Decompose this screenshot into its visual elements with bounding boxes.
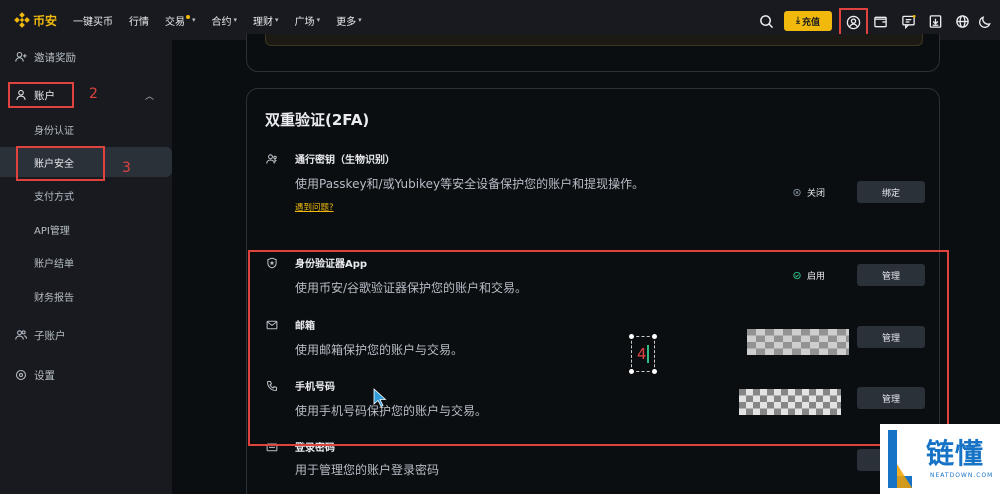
resize-handle[interactable] bbox=[629, 369, 634, 374]
previous-card bbox=[246, 34, 940, 72]
gear-icon bbox=[14, 369, 28, 381]
search-icon[interactable] bbox=[756, 11, 776, 31]
message-icon[interactable] bbox=[898, 11, 918, 31]
annotation-2: 2 bbox=[89, 86, 98, 102]
nav-label: 合约 bbox=[211, 16, 232, 28]
off-circle-icon bbox=[793, 188, 801, 197]
sidebar-item-label: 设置 bbox=[34, 369, 55, 382]
passkey-status: 关闭 bbox=[793, 186, 825, 199]
sidebar-sub-label: API管理 bbox=[34, 225, 70, 237]
text-caret bbox=[647, 345, 649, 363]
notice-strip bbox=[265, 34, 923, 46]
nav-label: 广场 bbox=[294, 16, 315, 28]
nav-buy-crypto[interactable]: 一键买币 bbox=[73, 13, 113, 28]
sidebar-item-settings[interactable]: 设置 bbox=[0, 360, 172, 390]
moon-icon[interactable] bbox=[975, 11, 995, 31]
passkey-desc: 使用Passkey和/或Yubikey等安全设备保护您的账户和提现操作。 bbox=[295, 177, 645, 191]
chevron-down-icon: ▾ bbox=[233, 16, 238, 24]
chevron-down-icon: ▾ bbox=[275, 16, 279, 24]
sidebar-item-subaccount[interactable]: 子账户 bbox=[0, 320, 172, 350]
user-profile-button[interactable] bbox=[839, 8, 868, 36]
mouse-cursor-icon bbox=[373, 388, 387, 412]
annotation-4: 4 bbox=[637, 345, 647, 363]
user-icon bbox=[846, 15, 861, 29]
nav-label: 一键买币 bbox=[73, 16, 114, 28]
main-content: 双重验证(2FA) 通行密钥（生物识别） 使用Passkey和/或Yubikey… bbox=[172, 34, 1000, 494]
resize-handle[interactable] bbox=[652, 334, 657, 339]
nav-markets[interactable]: 行情 bbox=[129, 13, 149, 28]
resize-handle[interactable] bbox=[629, 334, 634, 339]
highlight-box-account bbox=[8, 82, 74, 108]
passkey-title: 通行密钥（生物识别） bbox=[295, 155, 395, 166]
bind-passkey-button[interactable]: 绑定 bbox=[857, 181, 925, 203]
nav-trade[interactable]: 交易 ▾ bbox=[165, 13, 196, 28]
highlight-box-2fa-methods bbox=[248, 250, 949, 446]
sidebar-item-label: 子账户 bbox=[34, 329, 66, 342]
deposit-button[interactable]: ⤓ 充值 bbox=[784, 11, 832, 31]
sidebar-sub-report[interactable]: 财务报告 bbox=[0, 281, 172, 311]
chevron-down-icon: ▾ bbox=[192, 16, 196, 24]
sidebar-sub-label: 账户结单 bbox=[34, 258, 74, 270]
section-title: 双重验证(2FA) bbox=[265, 111, 370, 129]
nav-futures[interactable]: 合约 ▾ bbox=[212, 13, 238, 28]
new-dot bbox=[186, 15, 191, 19]
watermark-text: 链懂 bbox=[926, 437, 985, 470]
wallet-icon[interactable] bbox=[870, 11, 890, 31]
sidebar-sub-label: 支付方式 bbox=[34, 191, 74, 203]
sidebar-sub-identity[interactable]: 身份认证 bbox=[0, 114, 172, 144]
nav-earn[interactable]: 理财 ▾ bbox=[253, 13, 279, 28]
password-desc: 用于管理您的账户登录密码 bbox=[295, 463, 440, 477]
sidebar-item-label: 邀请奖励 bbox=[34, 51, 76, 64]
nav-label: 交易 bbox=[165, 16, 186, 28]
status-label: 关闭 bbox=[807, 189, 826, 199]
sidebar-sub-label: 财务报告 bbox=[34, 292, 74, 304]
add-user-icon bbox=[14, 51, 28, 63]
download-app-icon[interactable] bbox=[925, 11, 945, 31]
brand-logo[interactable]: 币安 bbox=[14, 12, 57, 29]
chevron-down-icon: ▾ bbox=[316, 16, 321, 24]
binance-logo-icon bbox=[14, 12, 30, 28]
nav-label: 理财 bbox=[253, 16, 274, 28]
sidebar-sub-api[interactable]: API管理 bbox=[0, 214, 172, 244]
passkey-help-link[interactable]: 遇到问题? bbox=[295, 201, 925, 213]
nav-label: 更多 bbox=[336, 16, 357, 28]
users-icon bbox=[14, 329, 28, 341]
passkey-row: 通行密钥（生物识别） 使用Passkey和/或Yubikey等安全设备保护您的账… bbox=[265, 151, 925, 213]
sidebar-sub-statement[interactable]: 账户结单 bbox=[0, 247, 172, 277]
watermark-sub: NEATDOWN.COM bbox=[930, 472, 994, 479]
main-nav: 一键买币 行情 交易 ▾ 合约 ▾ 理财 ▾ 广场 ▾ 更多 ▾ bbox=[73, 13, 378, 28]
nav-label: 行情 bbox=[129, 16, 150, 28]
sidebar: 邀请奖励 账户 ︿ 身份认证 账户安全 支付方式 API管理 账户结单 财务报告… bbox=[0, 40, 172, 494]
chevron-down-icon: ▾ bbox=[358, 16, 362, 24]
download-arrow-icon: ⤓ bbox=[796, 16, 800, 26]
deposit-label: 充值 bbox=[801, 17, 820, 28]
annotation-3: 3 bbox=[122, 160, 131, 176]
highlight-box-security bbox=[16, 146, 105, 181]
nav-more[interactable]: 更多 ▾ bbox=[336, 13, 362, 28]
nav-square[interactable]: 广场 ▾ bbox=[295, 13, 321, 28]
brand-name: 币安 bbox=[33, 13, 58, 28]
resize-handle[interactable] bbox=[652, 369, 657, 374]
watermark-logo: 链懂 NEATDOWN.COM bbox=[880, 424, 1000, 494]
sidebar-sub-label: 身份认证 bbox=[34, 125, 74, 137]
sidebar-sub-payment[interactable]: 支付方式 bbox=[0, 180, 172, 210]
sidebar-item-invite[interactable]: 邀请奖励 bbox=[0, 42, 172, 72]
watermark-l-icon bbox=[888, 430, 912, 488]
globe-icon[interactable] bbox=[952, 11, 972, 31]
passkey-users-icon bbox=[265, 152, 279, 166]
chevron-up-icon: ︿ bbox=[144, 91, 154, 102]
selection-box: 4 bbox=[629, 334, 657, 374]
